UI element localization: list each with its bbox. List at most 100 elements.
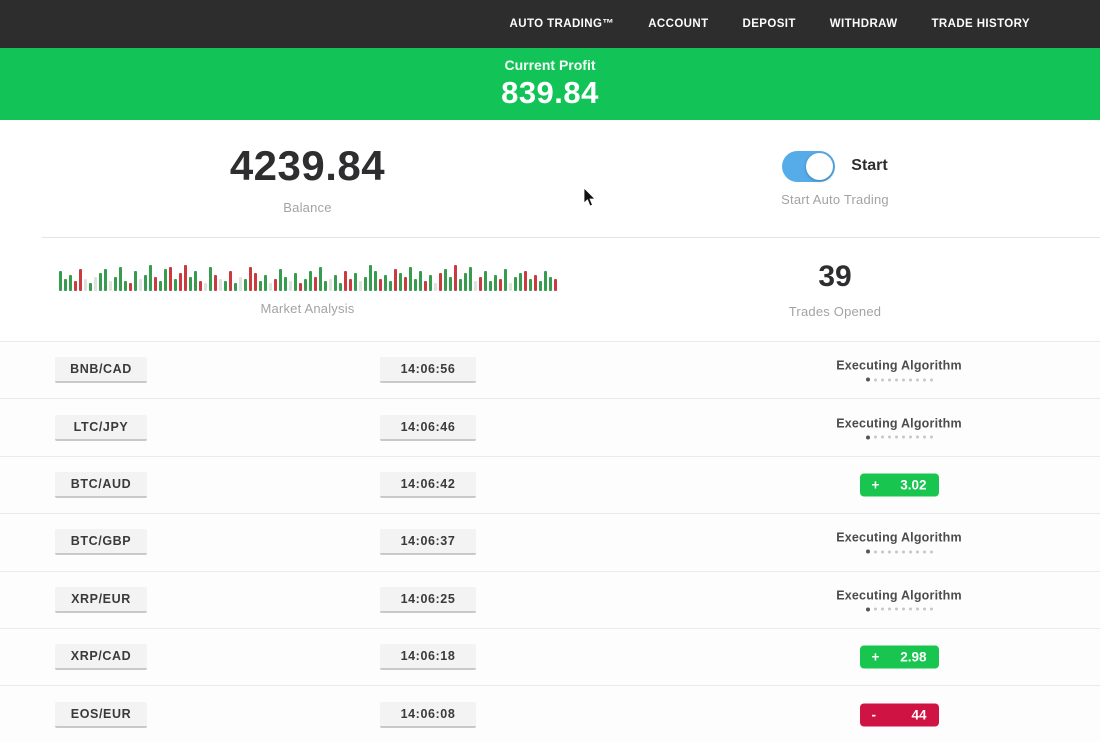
chart-bar: [279, 269, 282, 291]
chart-bar: [134, 271, 137, 291]
progress-dot: [881, 378, 884, 381]
progress-dots: [866, 607, 933, 611]
chart-bar: [544, 271, 547, 291]
chart-bar: [424, 281, 427, 291]
result-value: 44: [911, 707, 926, 722]
time-chip: 14:06:25: [380, 587, 476, 613]
status-zone: Executing Algorithm: [815, 531, 983, 554]
progress-dot: [874, 608, 877, 611]
progress-dot: [923, 550, 926, 553]
chart-bar: [74, 281, 77, 291]
status-zone: Executing Algorithm: [815, 359, 983, 382]
chart-bar: [299, 283, 302, 291]
trade-row: LTC/JPY14:06:46Executing Algorithm: [0, 398, 1100, 455]
progress-dot: [895, 550, 898, 553]
chart-bar: [534, 275, 537, 291]
result-sign: +: [872, 650, 880, 665]
progress-dot: [916, 550, 919, 553]
chart-bar: [434, 283, 437, 291]
chart-bar: [379, 279, 382, 291]
trade-row: XRP/EUR 14:06:25 Executing Algorithm: [0, 571, 1100, 628]
progress-dot: [866, 607, 870, 611]
pair-chip[interactable]: XRP/CAD: [55, 644, 147, 670]
pair-chip[interactable]: BTC/GBP: [55, 529, 147, 555]
chart-bar: [159, 281, 162, 291]
start-auto-trading-label: Start Auto Trading: [781, 192, 889, 207]
progress-dot: [888, 608, 891, 611]
nav-item-trade-history[interactable]: TRADE HISTORY: [932, 18, 1031, 30]
trade-row: BNB/CAD 14:06:56 Executing Algorithm: [0, 341, 1100, 398]
chart-bar: [459, 279, 462, 291]
balance-value: 4239.84: [230, 142, 385, 190]
progress-dot: [866, 550, 870, 554]
chart-bar: [389, 281, 392, 291]
chart-bar: [79, 269, 82, 291]
chart-bar: [129, 283, 132, 291]
pair-chip[interactable]: EOS/EUR: [55, 702, 147, 728]
auto-trading-toggle[interactable]: [782, 151, 835, 182]
chart-bar: [429, 275, 432, 291]
executing-algorithm-label: Executing Algorithm: [836, 588, 962, 602]
trade-result-badge: +3.02: [860, 473, 939, 496]
chart-bar: [154, 277, 157, 291]
progress-dots: [866, 378, 933, 382]
chart-bar: [409, 267, 412, 291]
progress-dot: [888, 550, 891, 553]
chart-bar: [369, 265, 372, 291]
progress-dot: [881, 436, 884, 439]
progress-dot: [923, 436, 926, 439]
chart-bar: [59, 271, 62, 291]
progress-dot: [902, 436, 905, 439]
nav-item-deposit[interactable]: DEPOSIT: [743, 18, 796, 30]
chart-bar: [234, 283, 237, 291]
chart-bar: [284, 277, 287, 291]
progress-dot: [902, 550, 905, 553]
nav-item-auto-trading[interactable]: AUTO TRADING™: [510, 18, 615, 30]
nav-item-withdraw[interactable]: WITHDRAW: [830, 18, 898, 30]
pair-chip[interactable]: BNB/CAD: [55, 357, 147, 383]
chart-bar: [474, 281, 477, 291]
chart-bar: [204, 283, 207, 291]
chart-bar: [189, 277, 192, 291]
chart-bar: [524, 271, 527, 291]
chart-bar: [334, 275, 337, 291]
pair-chip[interactable]: BTC/AUD: [55, 472, 147, 498]
progress-dot: [909, 436, 912, 439]
market-analysis-chart: [59, 263, 557, 291]
trades-opened-value: 39: [818, 260, 851, 294]
chart-bar: [199, 281, 202, 291]
chart-bar: [249, 267, 252, 291]
chart-bar: [179, 273, 182, 291]
chart-bar: [549, 277, 552, 291]
chart-bar: [339, 283, 342, 291]
chart-bar: [449, 277, 452, 291]
chart-bar: [209, 267, 212, 291]
chart-bar: [354, 273, 357, 291]
chart-bar: [514, 277, 517, 291]
progress-dot: [923, 608, 926, 611]
executing-algorithm-label: Executing Algorithm: [836, 531, 962, 545]
chart-bar: [324, 281, 327, 291]
chart-bar: [464, 273, 467, 291]
executing-algorithm-label: Executing Algorithm: [836, 416, 962, 430]
pair-chip[interactable]: LTC/JPY: [55, 415, 147, 441]
chart-bar: [414, 279, 417, 291]
trade-result-badge: -44: [860, 703, 939, 726]
progress-dot: [895, 436, 898, 439]
progress-dot: [866, 378, 870, 382]
chart-bar: [169, 267, 172, 291]
trades-opened-block: 39 Trades Opened: [615, 238, 1055, 341]
time-chip: 14:06:56: [380, 357, 476, 383]
progress-dot: [930, 378, 933, 381]
trade-row: BTC/GBP14:06:37Executing Algorithm: [0, 513, 1100, 570]
chart-bar: [499, 279, 502, 291]
pair-chip[interactable]: XRP/EUR: [55, 587, 147, 613]
chart-bar: [319, 267, 322, 291]
status-zone: Executing Algorithm: [815, 588, 983, 611]
nav-item-account[interactable]: ACCOUNT: [648, 18, 708, 30]
chart-bar: [489, 281, 492, 291]
progress-dot: [874, 436, 877, 439]
chart-bar: [419, 271, 422, 291]
trades-opened-label: Trades Opened: [789, 304, 881, 319]
progress-dot: [866, 435, 870, 439]
